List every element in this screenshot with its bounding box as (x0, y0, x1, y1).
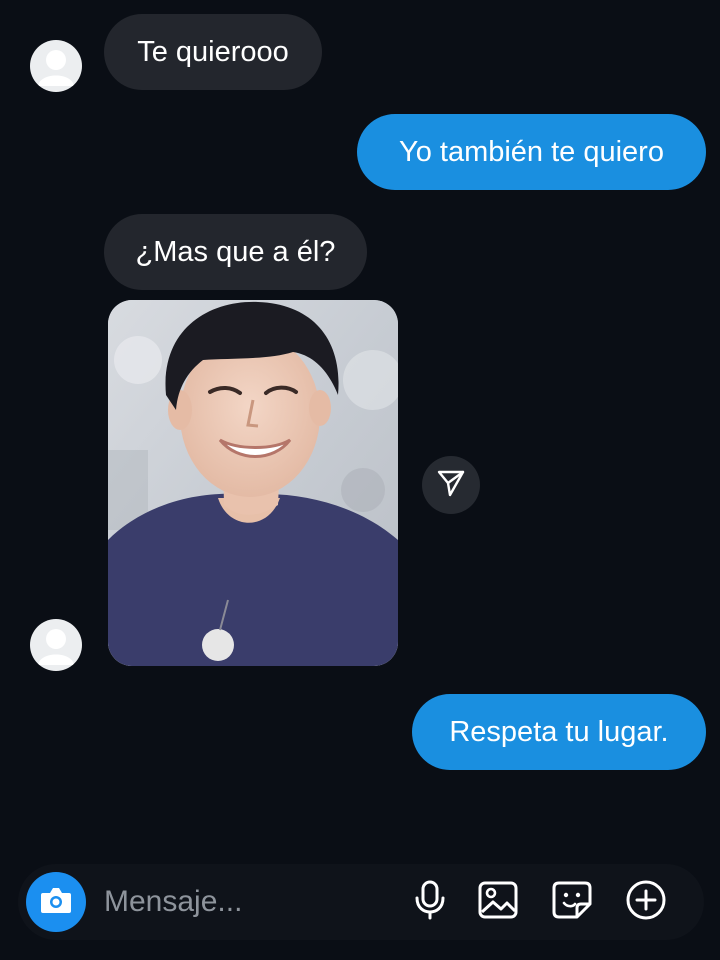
photo-image (108, 300, 398, 666)
sticker-icon (551, 880, 593, 925)
microphone-button[interactable] (408, 880, 452, 924)
message-bubble-incoming[interactable]: Te quierooo (104, 14, 322, 90)
message-composer (18, 864, 704, 940)
message-text: Respeta tu lugar. (449, 715, 669, 748)
contact-avatar[interactable] (30, 619, 82, 671)
image-icon (477, 880, 519, 925)
message-text: Yo también te quiero (399, 135, 664, 168)
add-button[interactable] (624, 880, 668, 924)
camera-icon (39, 885, 73, 920)
sticker-button[interactable] (550, 880, 594, 924)
share-button[interactable] (422, 456, 480, 514)
contact-avatar[interactable] (30, 40, 82, 92)
message-text: ¿Mas que a él? (135, 235, 336, 268)
photo-message[interactable] (108, 300, 398, 666)
message-bubble-outgoing[interactable]: Yo también te quiero (357, 114, 706, 190)
paper-plane-icon (436, 468, 466, 503)
camera-button[interactable] (26, 872, 86, 932)
microphone-icon (412, 880, 448, 925)
gallery-button[interactable] (476, 880, 520, 924)
chat-screen: Te quierooo Yo también te quiero ¿Mas qu… (0, 0, 720, 960)
message-bubble-incoming[interactable]: ¿Mas que a él? (104, 214, 367, 290)
message-bubble-outgoing[interactable]: Respeta tu lugar. (412, 694, 706, 770)
message-input[interactable] (104, 878, 384, 926)
message-text: Te quierooo (137, 35, 289, 68)
plus-circle-icon (625, 879, 667, 926)
